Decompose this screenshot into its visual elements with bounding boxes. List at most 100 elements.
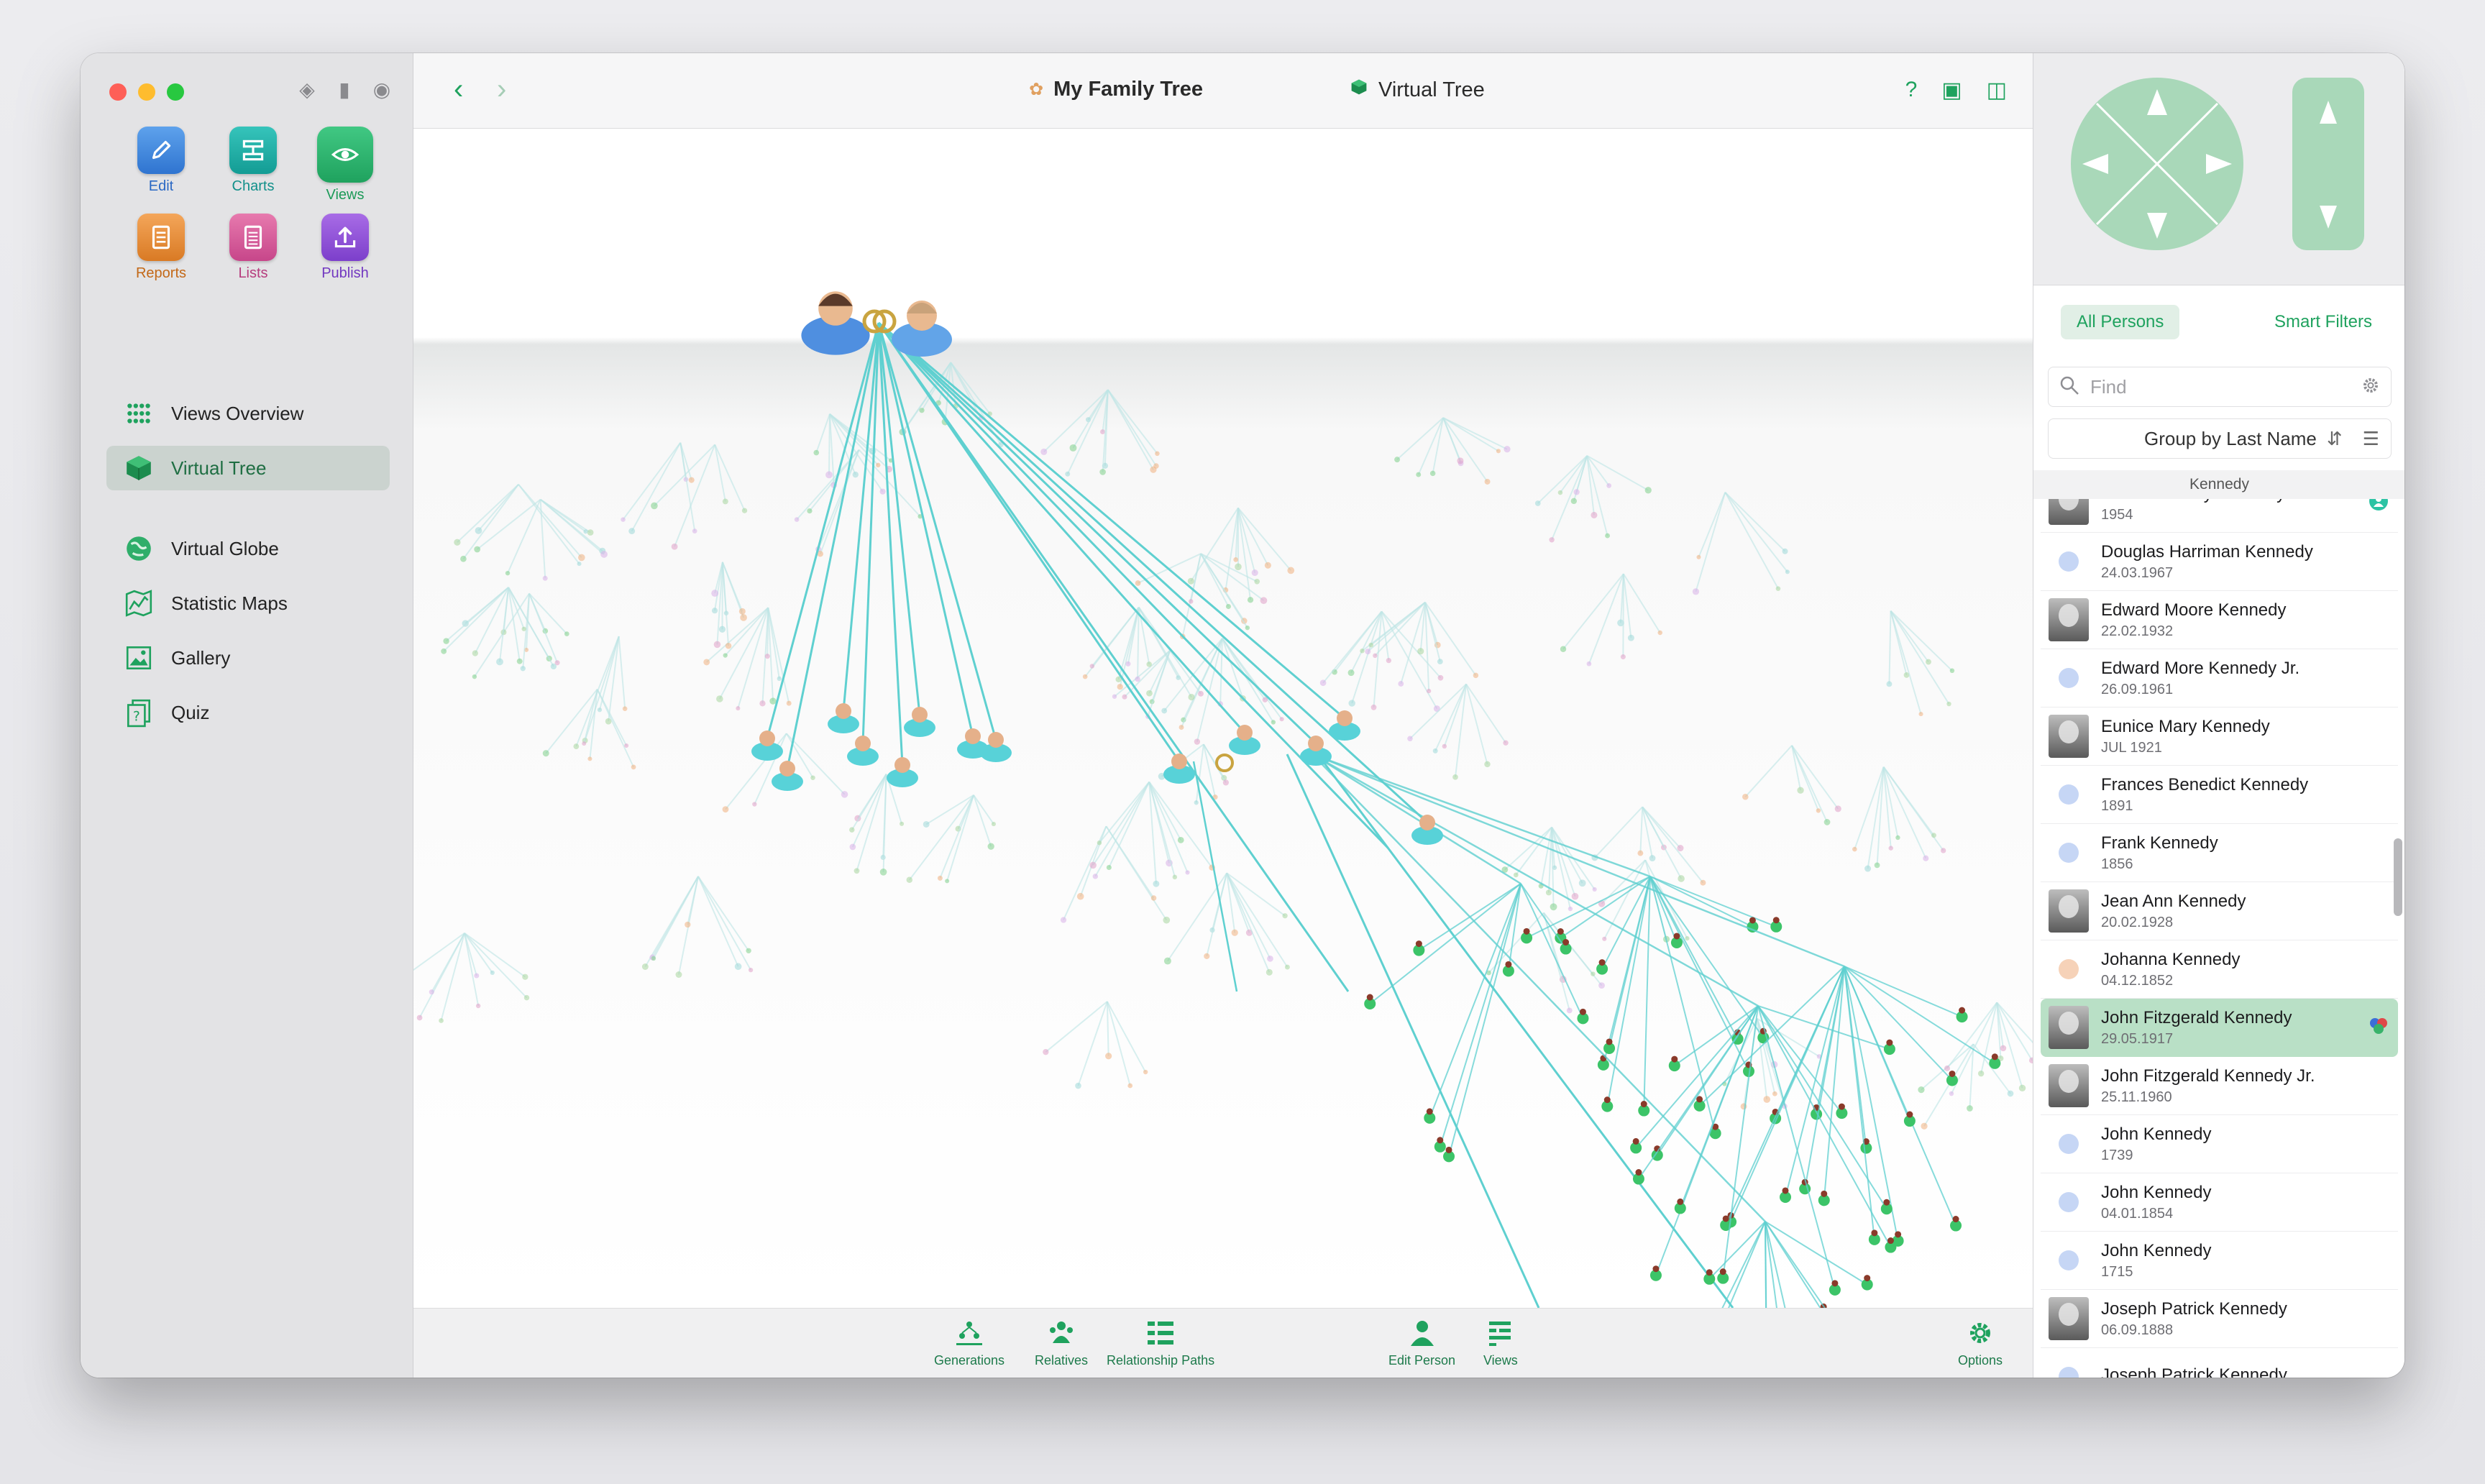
tab-all-persons[interactable]: All Persons	[2061, 305, 2180, 339]
generations-button[interactable]: Generations	[934, 1319, 1004, 1368]
person-row[interactable]: John Fitzgerald Kennedy 29.05.1917	[2041, 999, 2398, 1057]
background-person-node	[1365, 649, 1371, 655]
search-options-gear-icon[interactable]	[2361, 375, 2381, 399]
zoom-slider[interactable]	[2292, 78, 2364, 250]
close-window-button[interactable]	[109, 83, 127, 101]
sidebar-item-virtual-globe[interactable]: Virtual Globe	[106, 526, 390, 571]
tree-link	[877, 322, 974, 737]
background-link	[1442, 417, 1488, 482]
person-row[interactable]: Frank Kennedy 1856	[2041, 824, 2398, 882]
mode-views[interactable]: Views	[299, 127, 391, 203]
background-link	[973, 794, 994, 825]
background-person-node	[587, 756, 592, 761]
person-row[interactable]: Jean Ann Kennedy 20.02.1928	[2041, 882, 2398, 940]
sidebar-item-quiz[interactable]: ? Quiz	[106, 690, 390, 735]
background-person-node	[810, 775, 815, 781]
sidebar-item-statistic-maps[interactable]: Statistic Maps	[106, 581, 390, 626]
relationship-paths-button[interactable]: Relationship Paths	[1107, 1319, 1214, 1368]
background-person-node	[1194, 800, 1199, 805]
mode-reports[interactable]: Reports	[115, 214, 207, 282]
person-row[interactable]: John Kennedy 1739	[2041, 1115, 2398, 1173]
help-icon[interactable]: ?	[1905, 78, 1918, 103]
person-date: 1891	[2101, 797, 2133, 814]
cube-icon	[122, 452, 155, 485]
person-placeholder	[2048, 1181, 2090, 1223]
tree-link	[877, 321, 1389, 849]
minimize-window-button[interactable]	[138, 83, 155, 101]
person-row[interactable]: Joseph Patrick Kennedy	[2041, 1348, 2398, 1378]
mode-charts[interactable]: Charts	[207, 127, 299, 203]
background-person-node	[577, 562, 582, 567]
background-person-node	[1146, 690, 1153, 697]
persons-list[interactable]: David Anthony Kennedy1954Douglas Harrima…	[2033, 470, 2404, 1378]
search-input[interactable]	[2089, 375, 2361, 399]
sidebar-item-gallery[interactable]: Gallery	[106, 636, 390, 680]
tree-link	[1722, 1005, 1759, 1278]
background-person-node	[1233, 557, 1238, 562]
screen-icon[interactable]: ▣	[1941, 78, 1962, 103]
background-person-node	[786, 700, 792, 706]
group-by-select[interactable]: Group by Last Name ⇵ ☰	[2048, 418, 2392, 459]
background-person-node	[1264, 562, 1271, 569]
person-row[interactable]: Douglas Harriman Kennedy 24.03.1967	[2041, 533, 2398, 591]
edit-person-button[interactable]: Edit Person	[1388, 1319, 1455, 1368]
background-person-node	[1918, 1086, 1925, 1094]
background-person-node	[711, 608, 718, 614]
descendant-head	[1706, 1269, 1713, 1276]
descendant-head	[1598, 959, 1606, 966]
child-bust-head	[779, 761, 795, 777]
person-row[interactable]: Edward More Kennedy Jr. 26.09.1961	[2041, 649, 2398, 707]
background-person-node	[688, 477, 695, 483]
virtual-tree-canvas[interactable]	[413, 129, 2033, 1308]
background-person-node	[624, 743, 629, 748]
tab-smart-filters[interactable]: Smart Filters	[2259, 305, 2388, 339]
split-view-icon[interactable]: ◫	[1987, 78, 2007, 103]
sidebar-item-views-overview[interactable]: Views Overview	[106, 391, 390, 436]
background-person-node	[475, 527, 482, 534]
person-row[interactable]: John Kennedy 1715	[2041, 1232, 2398, 1290]
person-row[interactable]: Eunice Mary Kennedy JUL 1921	[2041, 707, 2398, 766]
badge-icon[interactable]: ◉	[371, 79, 393, 101]
background-link	[1972, 1043, 2011, 1094]
background-person-node	[769, 697, 777, 705]
background-person-node	[1185, 870, 1190, 875]
tag-icon[interactable]: ◈	[296, 79, 318, 101]
background-person-node	[1700, 879, 1706, 886]
tree-link	[1507, 883, 1521, 971]
sort-icon[interactable]: ☰	[2363, 428, 2379, 450]
person-text: Joseph Patrick Kennedy	[2101, 1365, 2287, 1378]
relatives-button[interactable]: Relatives	[1035, 1319, 1088, 1368]
options-button[interactable]: Options	[1958, 1319, 2003, 1368]
bookmark-icon[interactable]: ▮	[334, 79, 355, 101]
views-button[interactable]: Views	[1483, 1319, 1518, 1368]
mode-lists[interactable]: Lists	[207, 214, 299, 282]
search-field[interactable]	[2048, 367, 2392, 407]
person-row[interactable]: John Kennedy 04.01.1854	[2041, 1173, 2398, 1232]
rotate-joystick[interactable]	[2071, 78, 2243, 250]
background-person-node	[443, 638, 449, 644]
background-person-node	[841, 791, 848, 798]
person-row[interactable]: Joseph Patrick Kennedy 06.09.1888	[2041, 1290, 2398, 1348]
list-scrollbar[interactable]	[2394, 838, 2402, 916]
zoom-window-button[interactable]	[167, 83, 184, 101]
person-row[interactable]: Frances Benedict Kennedy 1891	[2041, 766, 2398, 824]
background-link	[973, 794, 992, 847]
sidebar-item-virtual-tree[interactable]: Virtual Tree	[106, 446, 390, 490]
person-row[interactable]: John Fitzgerald Kennedy Jr. 25.11.1960	[2041, 1057, 2398, 1115]
mode-edit[interactable]: Edit	[115, 127, 207, 203]
virtual-tree-scene[interactable]	[413, 129, 2033, 1308]
back-button[interactable]: ‹	[454, 75, 463, 104]
descendant-head	[1782, 1187, 1789, 1194]
background-person-node	[1823, 819, 1831, 825]
person-row[interactable]: Johanna Kennedy 04.12.1852	[2041, 940, 2398, 999]
descendant-head	[1437, 1137, 1444, 1144]
forward-button[interactable]: ›	[497, 75, 506, 104]
background-person-node	[1153, 880, 1160, 887]
child-bust-head	[894, 757, 910, 773]
bottom-label: Relatives	[1035, 1353, 1089, 1368]
person-row[interactable]: Edward Moore Kennedy 22.02.1932	[2041, 591, 2398, 649]
descendant-head	[1445, 1146, 1452, 1153]
background-person-node	[1598, 982, 1605, 989]
mode-publish[interactable]: Publish	[299, 214, 391, 282]
background-person-node	[1496, 449, 1501, 454]
